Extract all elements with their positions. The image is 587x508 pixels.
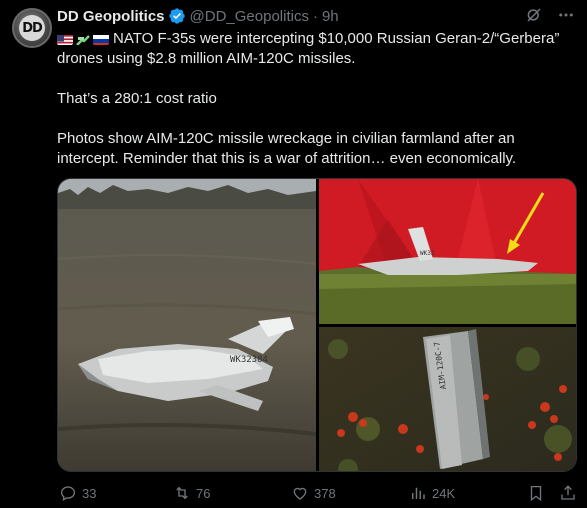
tweet-line-3: Photos show AIM-120C missile wreckage in… — [57, 130, 517, 167]
timestamp[interactable]: 9h — [322, 8, 339, 25]
repost-icon — [176, 486, 188, 500]
heart-icon — [293, 487, 307, 500]
tweet-line-1: NATO F-35s were intercepting $10,000 Rus… — [57, 30, 560, 67]
repost-count: 76 — [196, 485, 211, 501]
russia-flag-icon — [93, 33, 109, 45]
avatar[interactable]: DD — [12, 8, 52, 48]
views-count: 24K — [432, 485, 456, 501]
avatar-logo: DD — [19, 15, 45, 41]
more-icon[interactable] — [557, 6, 575, 24]
photo-missile-wreckage[interactable]: AIM-120C-7 — [319, 327, 577, 472]
separator-dot: · — [312, 7, 318, 25]
top-actions — [525, 6, 575, 24]
grok-icon[interactable] — [525, 6, 543, 24]
reply-button[interactable]: 33 — [59, 484, 96, 502]
share-button[interactable] — [559, 484, 577, 502]
peace-icon — [75, 33, 91, 45]
tweet-text: NATO F-35s were intercepting $10,000 Rus… — [57, 29, 577, 169]
bookmark-button[interactable] — [527, 484, 545, 502]
drone-marking-text-2: WK32 — [420, 250, 435, 257]
bookmark-icon — [530, 485, 542, 502]
reply-icon — [60, 486, 76, 502]
views-chart-icon — [412, 487, 425, 499]
user-handle[interactable]: @DD_Geopolitics — [190, 8, 309, 25]
photo-drone-field[interactable]: WK32384 — [58, 179, 317, 472]
drone-marking-text: WK32384 — [230, 355, 268, 365]
tweet-action-bar: 33 76 378 24K — [57, 482, 577, 504]
us-flag-icon — [57, 33, 73, 45]
display-name[interactable]: DD Geopolitics — [57, 8, 165, 25]
like-count: 378 — [314, 485, 336, 501]
share-icon — [561, 485, 575, 500]
emoji-group — [57, 33, 109, 45]
tweet-header: DD Geopolitics @DD_Geopolitics · 9h — [57, 6, 339, 26]
reply-count: 33 — [82, 485, 97, 501]
photo-drone-tent[interactable]: WK32 — [319, 179, 577, 324]
tweet-paragraph-1: NATO F-35s were intercepting $10,000 Rus… — [57, 29, 577, 69]
views-button[interactable]: 24K — [409, 484, 455, 502]
tweet-line-2: That’s a 280:1 cost ratio — [57, 90, 217, 107]
verified-badge-icon — [168, 7, 186, 25]
repost-button[interactable]: 76 — [173, 484, 210, 502]
like-button[interactable]: 378 — [291, 484, 336, 502]
media-grid: WK32384 WK32 AIM-120C-7 — [57, 178, 577, 472]
